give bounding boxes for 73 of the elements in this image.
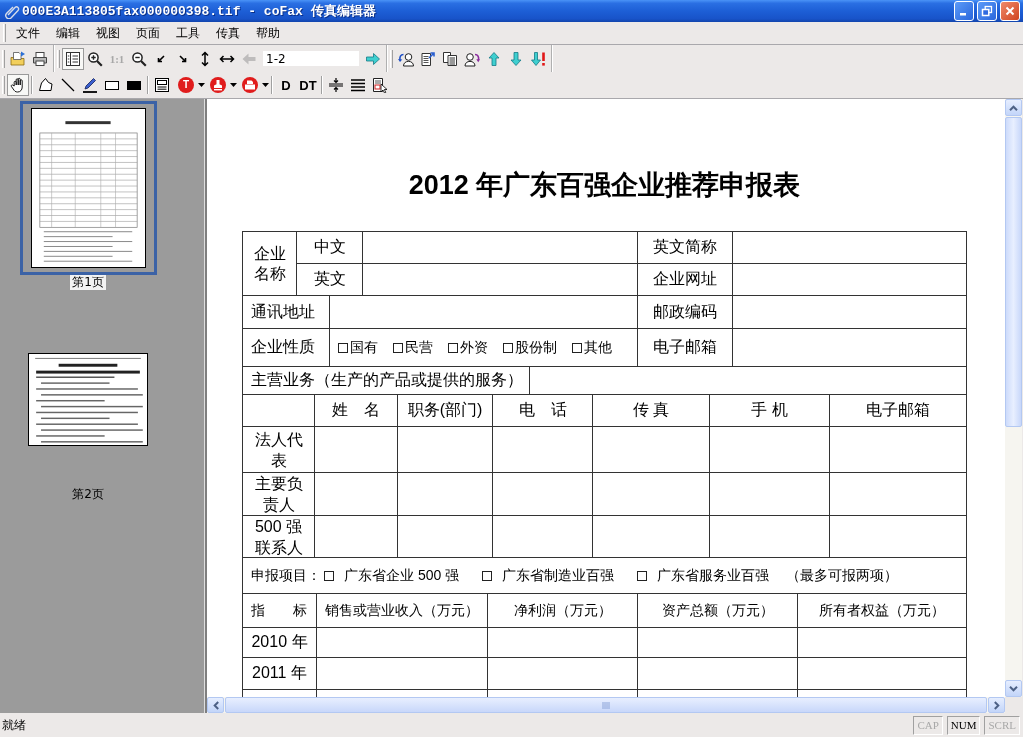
option-label: 国有 <box>350 338 378 357</box>
document-title: 2012 年广东百强企业推荐申报表 <box>407 169 802 201</box>
column-header: 传 真 <box>593 395 710 427</box>
scroll-left-button[interactable] <box>207 697 224 713</box>
window-title: 000E3A113805fax000000398.tif - coFax 传真编辑器 <box>22 3 377 20</box>
scrollbar-thumb[interactable] <box>1005 117 1022 427</box>
menu-item[interactable]: 视图 <box>88 23 128 43</box>
menu-item[interactable]: 编辑 <box>48 23 88 43</box>
option-label: 其他 <box>584 338 612 357</box>
option-label: 股份制 <box>515 338 557 357</box>
field-label: 英文简称 <box>638 232 733 264</box>
dt-tool-button[interactable]: DT <box>297 74 319 96</box>
option-label: 广东省服务业百强 <box>657 566 770 585</box>
status-text: 就绪 <box>2 716 27 734</box>
fax-stamp-button[interactable] <box>242 77 258 93</box>
page-label: 第1页 <box>70 275 106 290</box>
scroll-right-button[interactable] <box>988 697 1005 713</box>
menu-item[interactable]: 帮助 <box>248 23 288 43</box>
field-label: 通讯地址 <box>243 296 330 329</box>
grip-icon <box>602 701 610 709</box>
menu-item[interactable]: 工具 <box>168 23 208 43</box>
column-header: 销售或营业收入（万元） <box>317 594 488 628</box>
chevron-up-icon[interactable] <box>1009 104 1018 111</box>
column-header: 指 标 <box>243 594 317 628</box>
page-thumbnail[interactable] <box>28 353 148 446</box>
scroll-up-button[interactable] <box>1005 99 1022 116</box>
menu-item[interactable]: 文件 <box>8 23 48 43</box>
menu-item[interactable]: 传真 <box>208 23 248 43</box>
page-thumbnail[interactable] <box>19 100 157 275</box>
row-label: 2010 年 <box>243 628 317 658</box>
option-label: 广东省制造业百强 <box>502 566 615 585</box>
column-header: 手 机 <box>710 395 830 427</box>
option-label: 民营 <box>405 338 433 357</box>
caret-icon[interactable] <box>230 83 237 87</box>
column-header: 净利润（万元） <box>488 594 638 628</box>
page-label: 第2页 <box>71 487 105 502</box>
field-label: 邮政编码 <box>638 296 733 329</box>
page-range-field[interactable]: 1-2 <box>263 51 359 66</box>
row-label: 法人代表 <box>243 427 315 473</box>
key-indicator: CAP <box>913 715 943 735</box>
field-label: 企业网址 <box>638 264 733 296</box>
row-label: 500 强联系人 <box>243 516 315 558</box>
column-header: 资产总额（万元） <box>638 594 798 628</box>
note-text: （最多可报两项） <box>786 566 899 585</box>
option-label: 外资 <box>460 338 488 357</box>
caret-icon[interactable] <box>262 83 269 87</box>
field-label: 主营业务（生产的产品或提供的服务） <box>243 367 530 395</box>
column-header: 姓 名 <box>315 395 398 427</box>
menu-item[interactable]: 页面 <box>128 23 168 43</box>
d-tool-button[interactable]: D <box>275 74 297 96</box>
option-label: 广东省企业 500 强 <box>344 566 460 585</box>
field-label: 英文 <box>297 264 363 296</box>
column-header: 职务(部门) <box>398 395 493 427</box>
column-header: 电 话 <box>493 395 593 427</box>
column-header: 电子邮箱 <box>830 395 967 427</box>
row-label: 2011 年 <box>243 658 317 690</box>
caret-icon[interactable] <box>198 83 205 87</box>
column-header: 所有者权益（万元） <box>798 594 967 628</box>
row-label: 主要负责人 <box>243 473 315 516</box>
key-indicator: NUM <box>946 715 981 735</box>
chevron-down-icon[interactable] <box>1009 685 1018 692</box>
field-label: 企业性质 <box>243 329 330 367</box>
field-label: 中文 <box>297 232 363 264</box>
chevron-left-icon[interactable] <box>212 700 219 710</box>
chevron-right-icon[interactable] <box>993 700 1000 710</box>
field-label: 电子邮箱 <box>638 329 733 367</box>
field-label: 企业名称 <box>243 232 297 296</box>
stamp-button[interactable] <box>210 77 226 93</box>
text-stamp-button[interactable]: T <box>178 77 194 93</box>
field-label: 申报项目： <box>251 566 321 585</box>
paperclip-icon <box>4 3 20 19</box>
key-indicator: SCRL <box>984 715 1020 735</box>
scroll-down-button[interactable] <box>1005 680 1022 697</box>
